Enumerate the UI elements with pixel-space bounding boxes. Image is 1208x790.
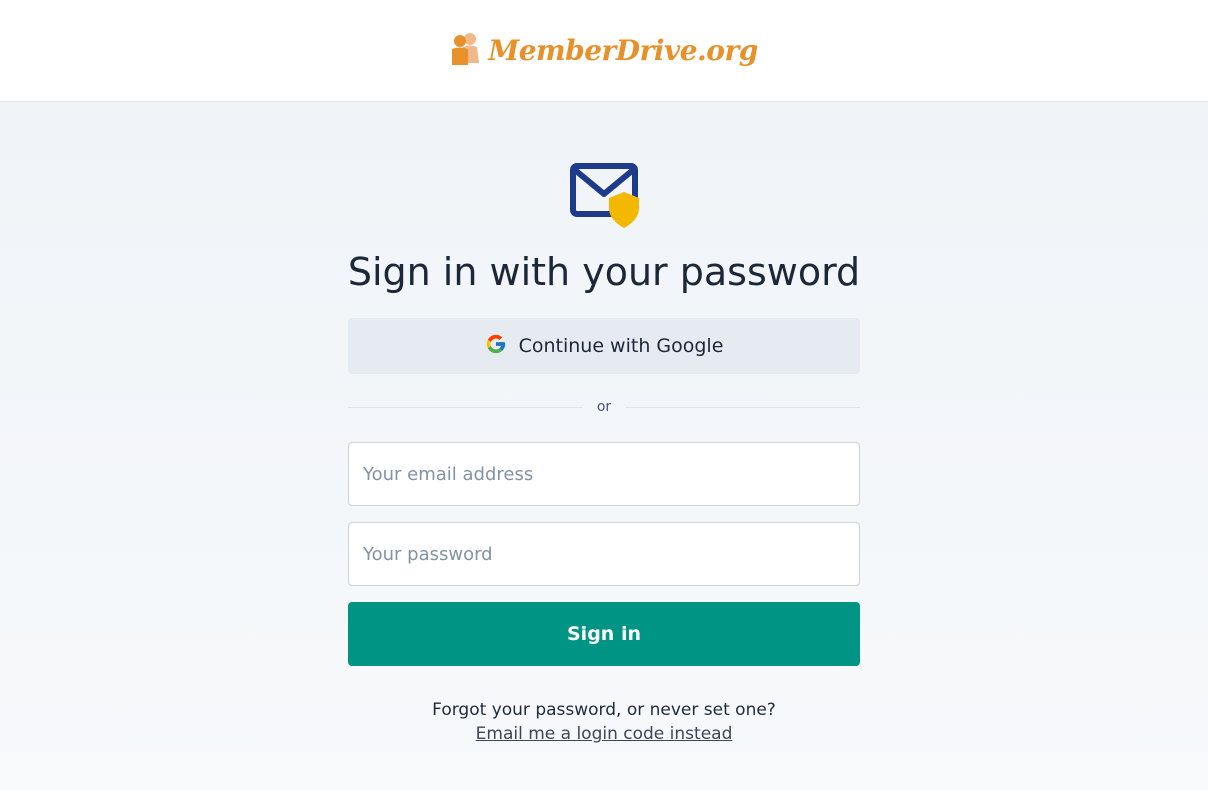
continue-with-google-button[interactable]: Continue with Google [348,318,860,374]
divider-line-left [348,406,583,408]
forgot-password-text: Forgot your password, or never set one? [432,700,776,720]
mail-shield-icon [569,162,641,234]
logo[interactable]: MemberDrive.org [450,31,758,71]
google-button-label: Continue with Google [518,335,724,357]
people-icon [450,31,482,71]
email-login-code-link[interactable]: Email me a login code instead [476,724,733,744]
or-divider: or [348,398,861,416]
header: MemberDrive.org [0,0,1208,102]
password-field[interactable] [361,542,847,566]
page-title: Sign in with your password [347,250,861,294]
divider-text: or [596,399,612,415]
divider-line-right [625,406,861,408]
email-field[interactable] [361,462,847,486]
logo-text: MemberDrive.org [488,34,758,67]
email-field-container [348,442,860,506]
sign-in-panel: Sign in with your password Continue with… [0,102,1208,790]
forgot-password-section: Forgot your password, or never set one? … [0,698,1208,746]
password-field-container [348,522,860,586]
sign-in-button[interactable]: Sign in [348,602,860,666]
google-icon [485,333,507,360]
